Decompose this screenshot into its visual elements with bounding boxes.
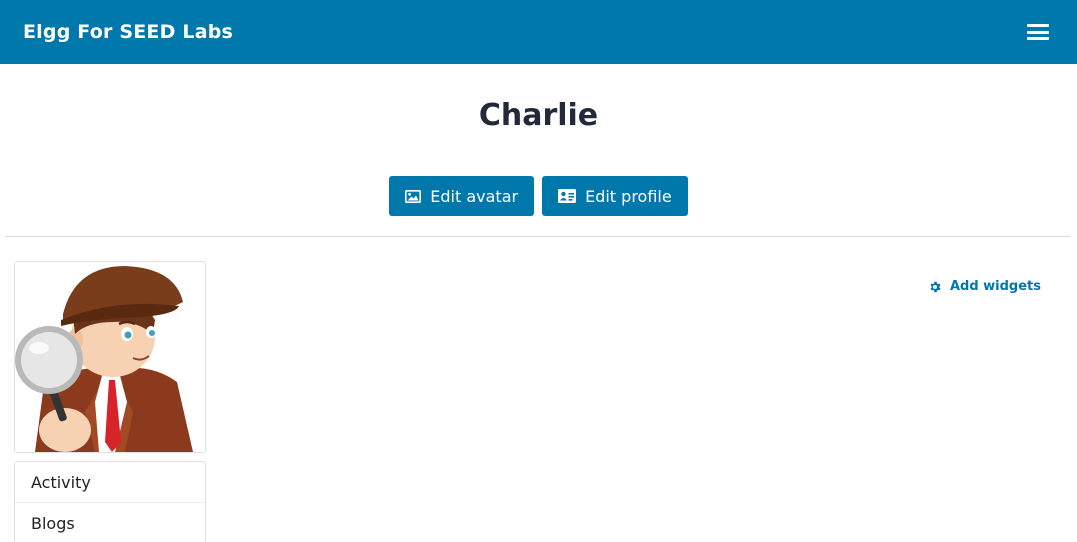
hamburger-line xyxy=(1027,24,1049,27)
add-widgets-link[interactable]: Add widgets xyxy=(928,279,1041,294)
owner-menu: Activity Blogs xyxy=(14,461,206,542)
hamburger-line xyxy=(1027,30,1049,34)
id-card-icon xyxy=(558,189,577,203)
hamburger-line xyxy=(1027,37,1049,40)
gear-icon xyxy=(930,281,941,292)
hamburger-icon[interactable] xyxy=(1027,23,1049,41)
detective-avatar-image xyxy=(15,262,205,452)
site-name-link[interactable]: Elgg For SEED Labs xyxy=(23,21,233,43)
header-divider xyxy=(5,236,1070,237)
menu-item-blogs[interactable]: Blogs xyxy=(15,503,205,542)
edit-profile-label: Edit profile xyxy=(585,186,672,206)
page-title: Charlie xyxy=(478,98,599,133)
menu-item-activity[interactable]: Activity xyxy=(15,462,205,503)
top-bar: Elgg For SEED Labs xyxy=(0,0,1077,64)
profile-actions: Edit avatar Edit profile xyxy=(0,176,1077,216)
image-icon xyxy=(405,189,422,203)
edit-avatar-label: Edit avatar xyxy=(430,186,519,206)
avatar[interactable] xyxy=(14,261,206,453)
add-widgets-label: Add widgets xyxy=(949,279,1041,294)
edit-profile-button[interactable]: Edit profile xyxy=(542,176,688,216)
edit-avatar-button[interactable]: Edit avatar xyxy=(389,176,535,216)
